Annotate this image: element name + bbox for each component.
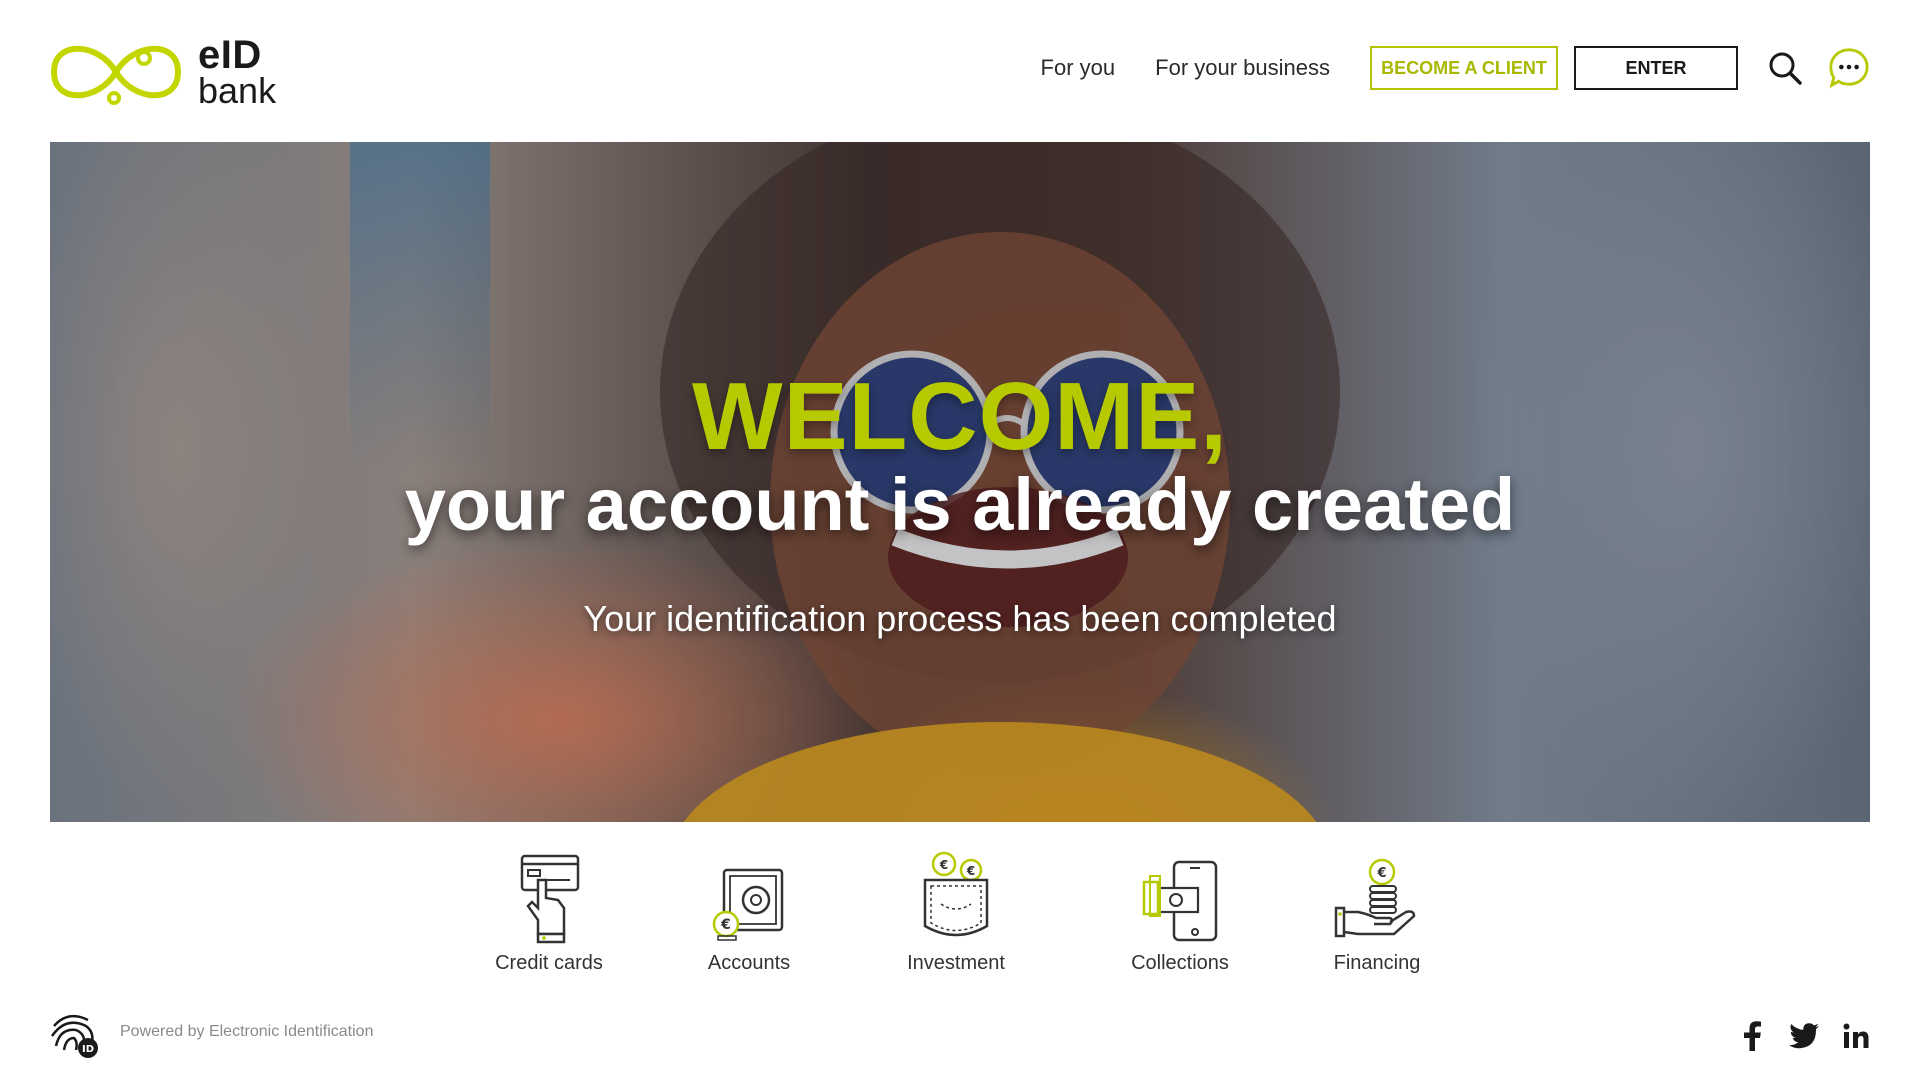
search-icon xyxy=(1769,52,1802,85)
social-links xyxy=(1716,1020,1872,1052)
electronic-identification-logo-icon: ID xyxy=(50,1014,98,1058)
main-nav: For you For your business BECOME A CLIEN… xyxy=(1041,44,1920,92)
logo-bank-text: bank xyxy=(198,69,277,111)
account-created-heading: your account is already created xyxy=(404,463,1516,546)
service-label: Collections xyxy=(1131,952,1229,974)
enter-button[interactable]: ENTER xyxy=(1574,46,1738,90)
service-collections[interactable]: Collections xyxy=(1090,850,1270,975)
facebook-link[interactable] xyxy=(1736,1020,1768,1052)
svg-text:€: € xyxy=(939,858,948,872)
welcome-heading: WELCOME, xyxy=(692,363,1228,470)
services-row: Credit cards € Accounts € € Investment C… xyxy=(0,850,1920,990)
chat-bubble-icon xyxy=(1829,48,1869,89)
credit-card-hand-icon xyxy=(520,854,580,944)
svg-text:€: € xyxy=(1376,866,1386,881)
twitter-link[interactable] xyxy=(1788,1020,1820,1052)
chat-button[interactable] xyxy=(1828,47,1870,89)
safe-euro-icon: € xyxy=(712,868,784,941)
infinity-logo-icon xyxy=(50,45,182,105)
mobile-payment-icon xyxy=(1142,860,1218,942)
linkedin-link[interactable] xyxy=(1840,1020,1872,1052)
svg-text:€: € xyxy=(720,917,731,933)
linkedin-icon xyxy=(1843,1023,1869,1048)
service-label: Financing xyxy=(1333,952,1421,974)
service-credit-cards[interactable]: Credit cards xyxy=(459,850,639,975)
hero-banner: WELCOME, your account is already created… xyxy=(50,142,1870,822)
pocket-coins-icon: € € xyxy=(923,851,989,937)
twitter-icon xyxy=(1789,1023,1819,1049)
service-label: Credit cards xyxy=(495,952,603,974)
service-investment[interactable]: € € Investment xyxy=(866,850,1046,975)
svg-text:€: € xyxy=(966,864,975,878)
search-button[interactable] xyxy=(1764,47,1806,89)
powered-by-text: Powered by Electronic Identification xyxy=(120,1023,374,1040)
nav-for-your-business[interactable]: For your business xyxy=(1155,55,1330,81)
service-label: Investment xyxy=(907,952,1005,974)
svg-text:ID: ID xyxy=(82,1044,94,1055)
footer-powered-by: ID Powered by Electronic Identification xyxy=(48,1004,373,1060)
identification-subtitle: Your identification process has been com… xyxy=(583,598,1337,639)
hand-coins-icon: € xyxy=(1334,858,1416,938)
site-header: eID bank For you For your business BECOM… xyxy=(0,0,1920,142)
service-financing[interactable]: € Financing xyxy=(1287,850,1467,975)
become-client-button[interactable]: BECOME A CLIENT xyxy=(1370,46,1558,90)
service-accounts[interactable]: € Accounts xyxy=(659,850,839,975)
service-label: Accounts xyxy=(707,952,791,974)
facebook-icon xyxy=(1744,1021,1761,1051)
eid-bank-logo[interactable]: eID bank xyxy=(48,32,288,112)
nav-for-you[interactable]: For you xyxy=(1041,55,1115,81)
logo-eid-text: eID xyxy=(198,32,262,77)
